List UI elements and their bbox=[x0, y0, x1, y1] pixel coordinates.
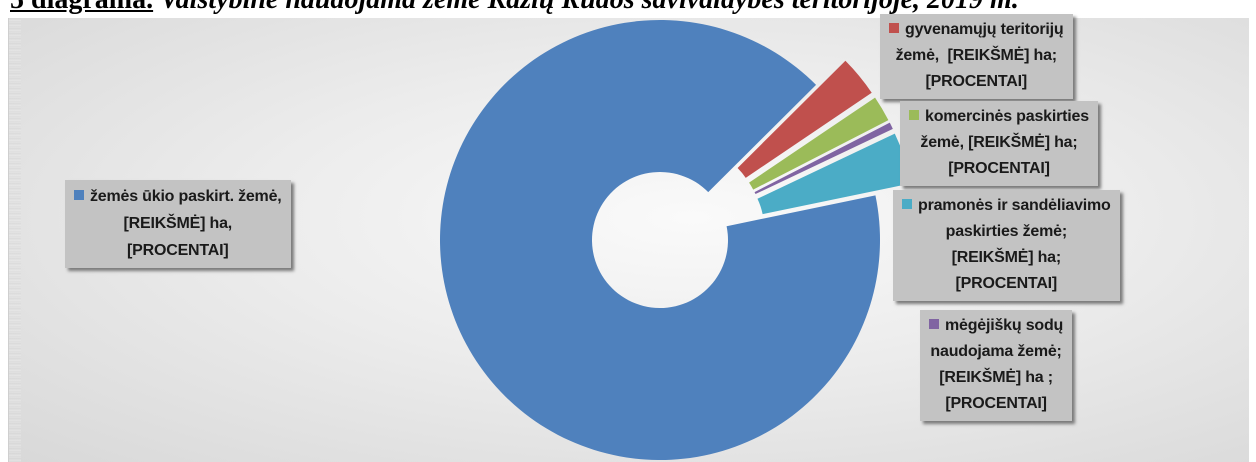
data-label-text: mėgėjiškų sodų bbox=[945, 317, 1064, 334]
data-label-percent: [PROCENTAI] bbox=[925, 73, 1028, 90]
chart-title: 5 diagrama. Valstybinė naudojama žemė Ka… bbox=[10, 0, 1019, 14]
legend-key-purple bbox=[929, 319, 939, 329]
chart-title-prefix: 5 diagrama. bbox=[10, 0, 153, 15]
data-label-gyvenamuju-teritoriju: gyvenamųjų teritorijų žemė, [REIKŠMĖ] ha… bbox=[880, 14, 1073, 99]
data-label-text: žemės ūkio paskirt. žemė, bbox=[90, 188, 282, 205]
data-label-line: žemės ūkio paskirt. žemė, bbox=[74, 183, 282, 210]
data-label-komercines-paskirties: komercinės paskirties žemė, [REIKŠMĖ] ha… bbox=[900, 101, 1098, 186]
data-label-percent: [PROCENTAI] bbox=[127, 242, 229, 259]
data-label-percent: [PROCENTAI] bbox=[945, 395, 1047, 412]
data-label-pramones-sandeliavimo: pramonės ir sandėliavimo paskirties žemė… bbox=[893, 190, 1120, 301]
legend-key-blue bbox=[74, 190, 84, 200]
data-label-text-line2: naudojama žemė; bbox=[930, 343, 1062, 360]
data-label-value: [REIKŠMĖ] ha, bbox=[123, 215, 233, 232]
data-label-value: [REIKŠMĖ] ha; bbox=[951, 249, 1062, 266]
legend-key-green bbox=[909, 110, 919, 120]
data-label-line: komercinės paskirties bbox=[909, 104, 1089, 130]
data-label-value: [REIKŠMĖ] ha ; bbox=[939, 369, 1053, 386]
data-label-megejisku-sodu: mėgėjiškų sodų naudojama žemė; [REIKŠMĖ]… bbox=[920, 310, 1073, 421]
slice-zemes-ukio-paskirt bbox=[440, 20, 881, 461]
data-label-percent: [PROCENTAI] bbox=[955, 275, 1058, 292]
data-label-text: komercinės paskirties bbox=[925, 108, 1089, 125]
data-label-line: gyvenamųjų teritorijų bbox=[889, 17, 1064, 43]
data-label-zemes-ukio-paskirt: žemės ūkio paskirt. žemė, [REIKŠMĖ] ha, … bbox=[65, 180, 291, 268]
data-label-line: pramonės ir sandėliavimo bbox=[902, 193, 1111, 219]
data-label-text: pramonės ir sandėliavimo bbox=[918, 197, 1111, 214]
data-label-value: žemė, [REIKŠMĖ] ha; bbox=[920, 134, 1078, 151]
chart-title-main: Valstybinė naudojama žemė Kazlų Rūdos sa… bbox=[160, 0, 1019, 15]
data-label-line: mėgėjiškų sodų bbox=[929, 313, 1063, 339]
data-label-text: gyvenamųjų teritorijų bbox=[905, 21, 1064, 38]
data-label-value: žemė, [REIKŠMĖ] ha; bbox=[895, 47, 1058, 64]
data-label-percent: [PROCENTAI] bbox=[948, 160, 1050, 177]
data-label-text-line2: paskirties žemė; bbox=[945, 223, 1068, 240]
legend-key-red bbox=[889, 23, 899, 33]
legend-key-teal bbox=[902, 199, 912, 209]
